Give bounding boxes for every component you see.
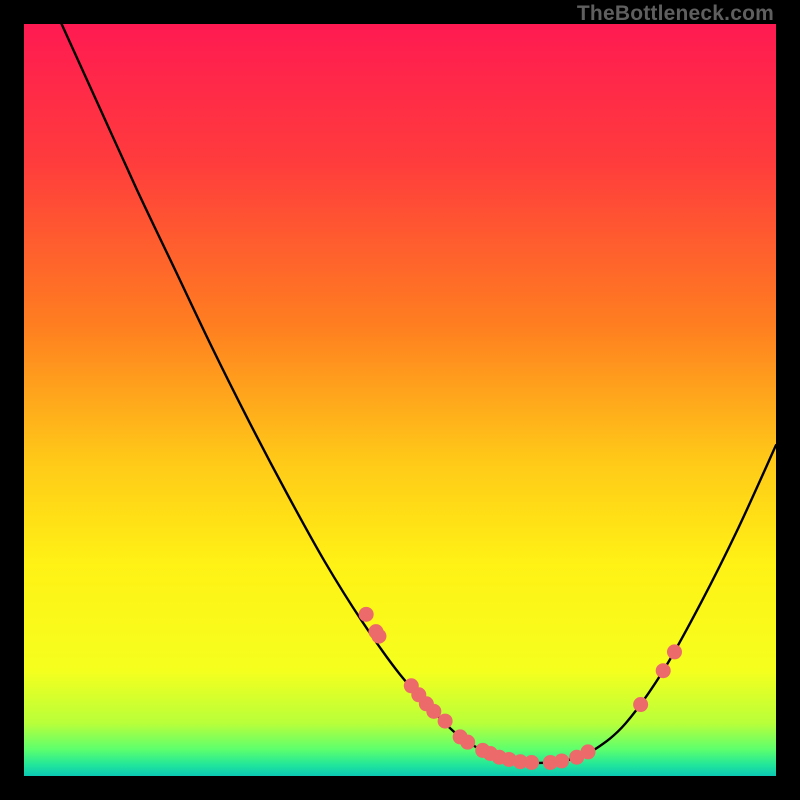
chart-frame: [24, 24, 776, 776]
scatter-point: [438, 714, 453, 729]
scatter-point: [633, 697, 648, 712]
scatter-point: [667, 644, 682, 659]
scatter-point: [371, 629, 386, 644]
watermark-text: TheBottleneck.com: [577, 2, 774, 26]
scatter-point: [554, 753, 569, 768]
gradient-background: [24, 24, 776, 776]
bottleneck-chart: [24, 24, 776, 776]
scatter-point: [359, 607, 374, 622]
scatter-point: [426, 704, 441, 719]
scatter-point: [524, 755, 539, 770]
scatter-point: [581, 744, 596, 759]
scatter-point: [656, 663, 671, 678]
scatter-point: [460, 735, 475, 750]
